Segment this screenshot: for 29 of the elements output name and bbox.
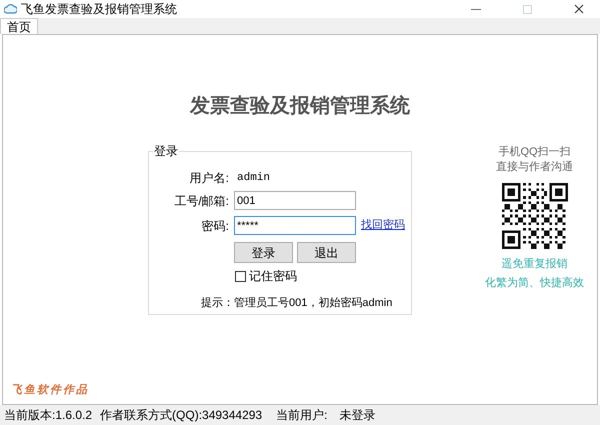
close-icon[interactable] [574,4,584,14]
slogan-text: 化繁为简、快捷高效 [485,276,584,290]
field-label: 密码: [200,218,229,234]
signature-text: 飞鱼软件作品 [11,382,90,398]
dialog-button[interactable]: 退出 [297,242,356,263]
window-title: 飞鱼发票查验及报销管理系统 [21,3,177,15]
recover-password-link[interactable]: 找回密码 [361,217,405,234]
minimize-icon[interactable] [471,8,481,10]
qr-code-icon [502,183,568,249]
contact-text: 作者联系方式(QQ):349344293 [100,407,262,424]
tab[interactable]: 首页 [0,18,38,34]
cloud-icon [4,3,17,15]
qr-caption: 手机QQ扫一扫 [498,145,571,160]
version-text: 当前版本:1.6.0.2 [4,407,92,424]
group-title: 登录 [153,144,179,158]
user-status: 未登录 [339,407,376,424]
username-value: admin [237,170,270,186]
slogan-text: 遥免重复报销 [502,257,568,271]
hint-text: 提示：管理员工号001，初始密码admin [201,296,394,311]
dialog-button[interactable]: 登录 [234,242,293,263]
checkbox[interactable] [235,270,246,282]
field-label: 用户名: [188,170,229,187]
checkbox-label: 记住密码 [249,268,297,285]
input-field[interactable]: 001 [234,191,356,210]
password-field[interactable]: ***** [234,216,356,235]
app-heading: 发票查验及报销管理系统 [188,94,411,119]
user-label: 当前用户: [276,407,328,424]
field-label: 工号/邮箱: [173,192,229,210]
qr-caption: 直接与作者沟通 [496,160,573,175]
